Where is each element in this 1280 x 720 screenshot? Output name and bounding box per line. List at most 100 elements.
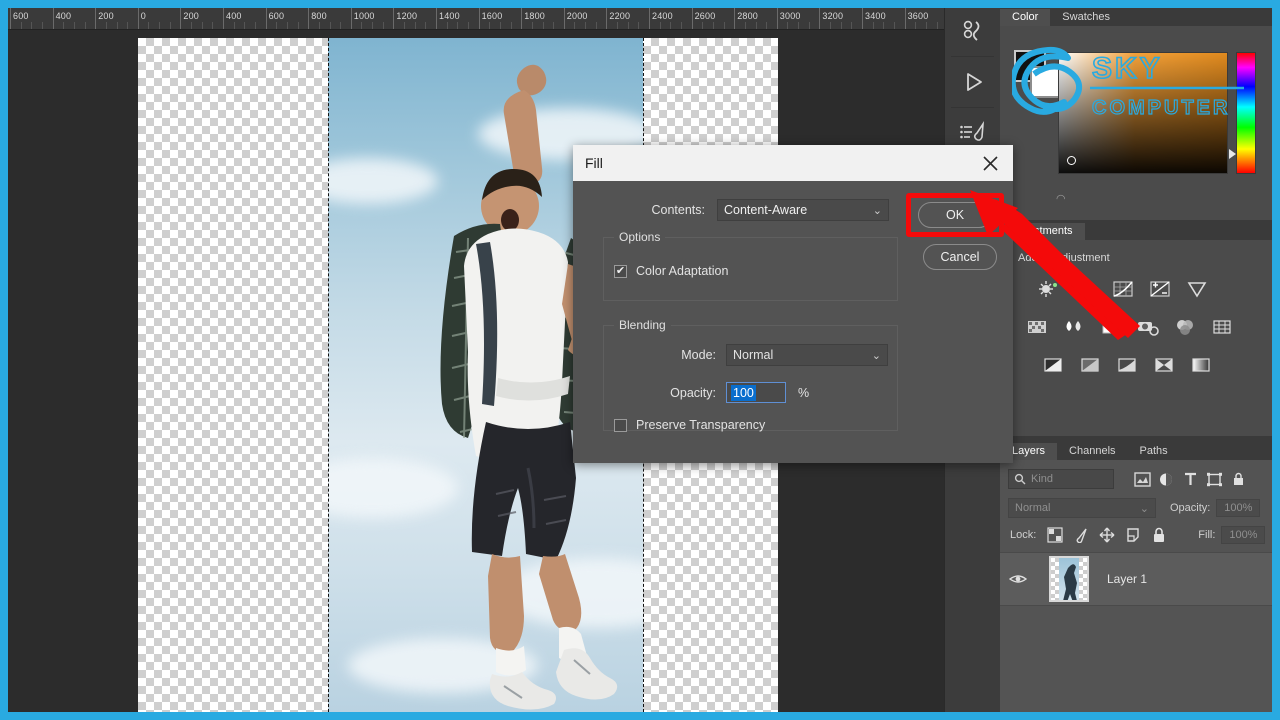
layer-thumbnail[interactable] [1049,556,1089,602]
lock-all-icon[interactable] [1146,524,1172,546]
mode-select[interactable]: Normal ⌄ [726,344,888,366]
channel-mixer-icon[interactable] [1172,316,1198,338]
lock-image-pixels-icon[interactable] [1068,524,1094,546]
preserve-transparency-checkbox[interactable] [614,418,627,432]
shape-filter-icon[interactable] [1202,468,1226,490]
layers-panel-empty-area[interactable] [1000,606,1272,712]
eye-icon[interactable] [1009,573,1027,585]
pixel-filter-icon[interactable] [1130,468,1154,490]
lock-artboard-icon[interactable] [1120,524,1146,546]
lock-row[interactable]: Lock: Fill: 100% [1000,522,1272,548]
blending-legend: Blending [614,318,671,332]
ruler-label: 1200 [396,11,418,21]
selective-color-icon[interactable] [1151,354,1177,376]
tab-color[interactable]: Color [1000,9,1051,26]
histogram-icon[interactable] [945,8,1001,54]
ruler-tick [393,8,395,29]
vibrance-icon[interactable] [1184,278,1210,300]
options-legend: Options [614,230,666,244]
table-row[interactable]: Layer 1 [1000,552,1272,606]
ruler-minor-tick [712,22,714,29]
color-panel-tabs[interactable]: Color Swatches [1000,8,1272,26]
gradient-map-icon[interactable] [1188,354,1214,376]
ruler-tick [350,8,352,29]
adjustments-panel-body[interactable]: Add an adjustment [1000,240,1272,436]
layers-panel-body[interactable]: Kind Normal ⌄ Opacity: 100% Lock: Fill: … [1000,460,1272,712]
layer-fill-field[interactable]: 100% [1221,526,1266,544]
lock-position-icon[interactable] [1094,524,1120,546]
ruler-label: 1400 [439,11,460,21]
hue-slider-marker[interactable] [1229,149,1236,159]
close-icon[interactable] [977,150,1003,176]
cancel-button[interactable]: Cancel [923,244,997,270]
type-filter-icon[interactable] [1178,468,1202,490]
dialog-title-bar[interactable]: Fill [573,145,1013,181]
blend-mode-select[interactable]: Normal ⌄ [1008,498,1156,518]
exposure-icon[interactable] [1147,278,1173,300]
photo-filter-icon[interactable] [1135,316,1161,338]
ruler-minor-tick [116,22,118,29]
adjustments-panel: Adjustments Add an adjustment [1000,220,1272,436]
curves-icon[interactable] [1110,278,1136,300]
tab-swatches[interactable]: Swatches [1050,9,1122,26]
hue-slider[interactable] [1229,52,1256,174]
contents-label: Contents: [651,203,705,217]
layer-filter-row[interactable]: Kind [1000,466,1272,492]
adjustments-panel-tabs[interactable]: Adjustments [1000,220,1272,240]
ruler-tick [265,8,267,29]
opacity-input[interactable]: 100 [726,382,786,403]
ruler-minor-tick [744,22,746,29]
adjustments-row-2[interactable] [1024,316,1235,338]
ruler-tick [223,8,224,29]
black-white-icon[interactable] [1098,316,1124,338]
posterize-icon[interactable] [1077,354,1103,376]
mode-row[interactable]: Mode: Normal ⌄ [604,344,889,366]
color-lookup-icon[interactable] [1209,316,1235,338]
adjustments-row-1[interactable] [1036,278,1210,300]
blend-mode-row[interactable]: Normal ⌄ Opacity: 100% [1000,496,1272,520]
color-panel-menu-icon[interactable]: ◠ [1056,192,1066,205]
threshold-icon[interactable] [1114,354,1140,376]
preserve-transparency-row[interactable]: Preserve Transparency [614,418,765,432]
ruler-label: 2600 [694,11,716,21]
ruler-minor-tick [638,22,640,29]
color-picker-cursor[interactable] [1067,156,1076,165]
color-picker-field[interactable] [1058,52,1228,174]
color-balance-icon[interactable] [1061,316,1087,338]
ruler-minor-tick [627,22,629,29]
ruler-minor-tick [936,22,938,29]
layer-kind-filter[interactable]: Kind [1008,469,1114,489]
contents-select[interactable]: Content-Aware ⌄ [717,199,889,221]
brightness-contrast-icon[interactable] [1036,278,1062,300]
opacity-row[interactable]: Opacity: 100 % [604,382,889,403]
ruler-minor-tick [840,22,842,29]
ruler-minor-tick [617,22,619,29]
hue-saturation-icon[interactable] [1024,316,1050,338]
dialog-opacity-label: Opacity: [670,385,716,400]
ruler-minor-tick [467,22,469,29]
ruler-minor-tick [787,22,789,29]
contents-row[interactable]: Contents: Content-Aware ⌄ [573,199,913,221]
ruler-label: 3600 [907,11,929,21]
color-adaptation-checkbox[interactable]: ✔ [614,264,627,278]
ruler-tick [308,8,310,29]
ruler-minor-tick [925,22,927,29]
smart-object-filter-icon[interactable] [1226,468,1250,490]
adjustments-row-3[interactable] [1040,354,1214,376]
tab-channels[interactable]: Channels [1057,443,1127,460]
color-adaptation-row[interactable]: ✔ Color Adaptation [614,264,728,278]
levels-icon[interactable] [1073,278,1099,300]
color-panel-body[interactable]: ◠ SKY COMPUTER [1000,26,1272,220]
adjustment-filter-icon[interactable] [1154,468,1178,490]
ruler-minor-tick [201,22,203,29]
adjustments-hint-label: Add an adjustment [1018,252,1110,264]
invert-icon[interactable] [1040,354,1066,376]
fill-dialog[interactable]: Fill Contents: Content-Aware ⌄ Options ✔… [573,145,1013,463]
layer-opacity-field[interactable]: 100% [1216,499,1261,517]
foreground-background-swatches[interactable] [1014,50,1062,98]
lock-transparent-pixels-icon[interactable] [1042,524,1068,546]
layers-panel-tabs[interactable]: Layers Channels Paths [1000,436,1272,460]
tab-paths[interactable]: Paths [1128,443,1180,460]
actions-play-icon[interactable] [945,59,1001,105]
blend-mode-value: Normal [1015,502,1051,514]
